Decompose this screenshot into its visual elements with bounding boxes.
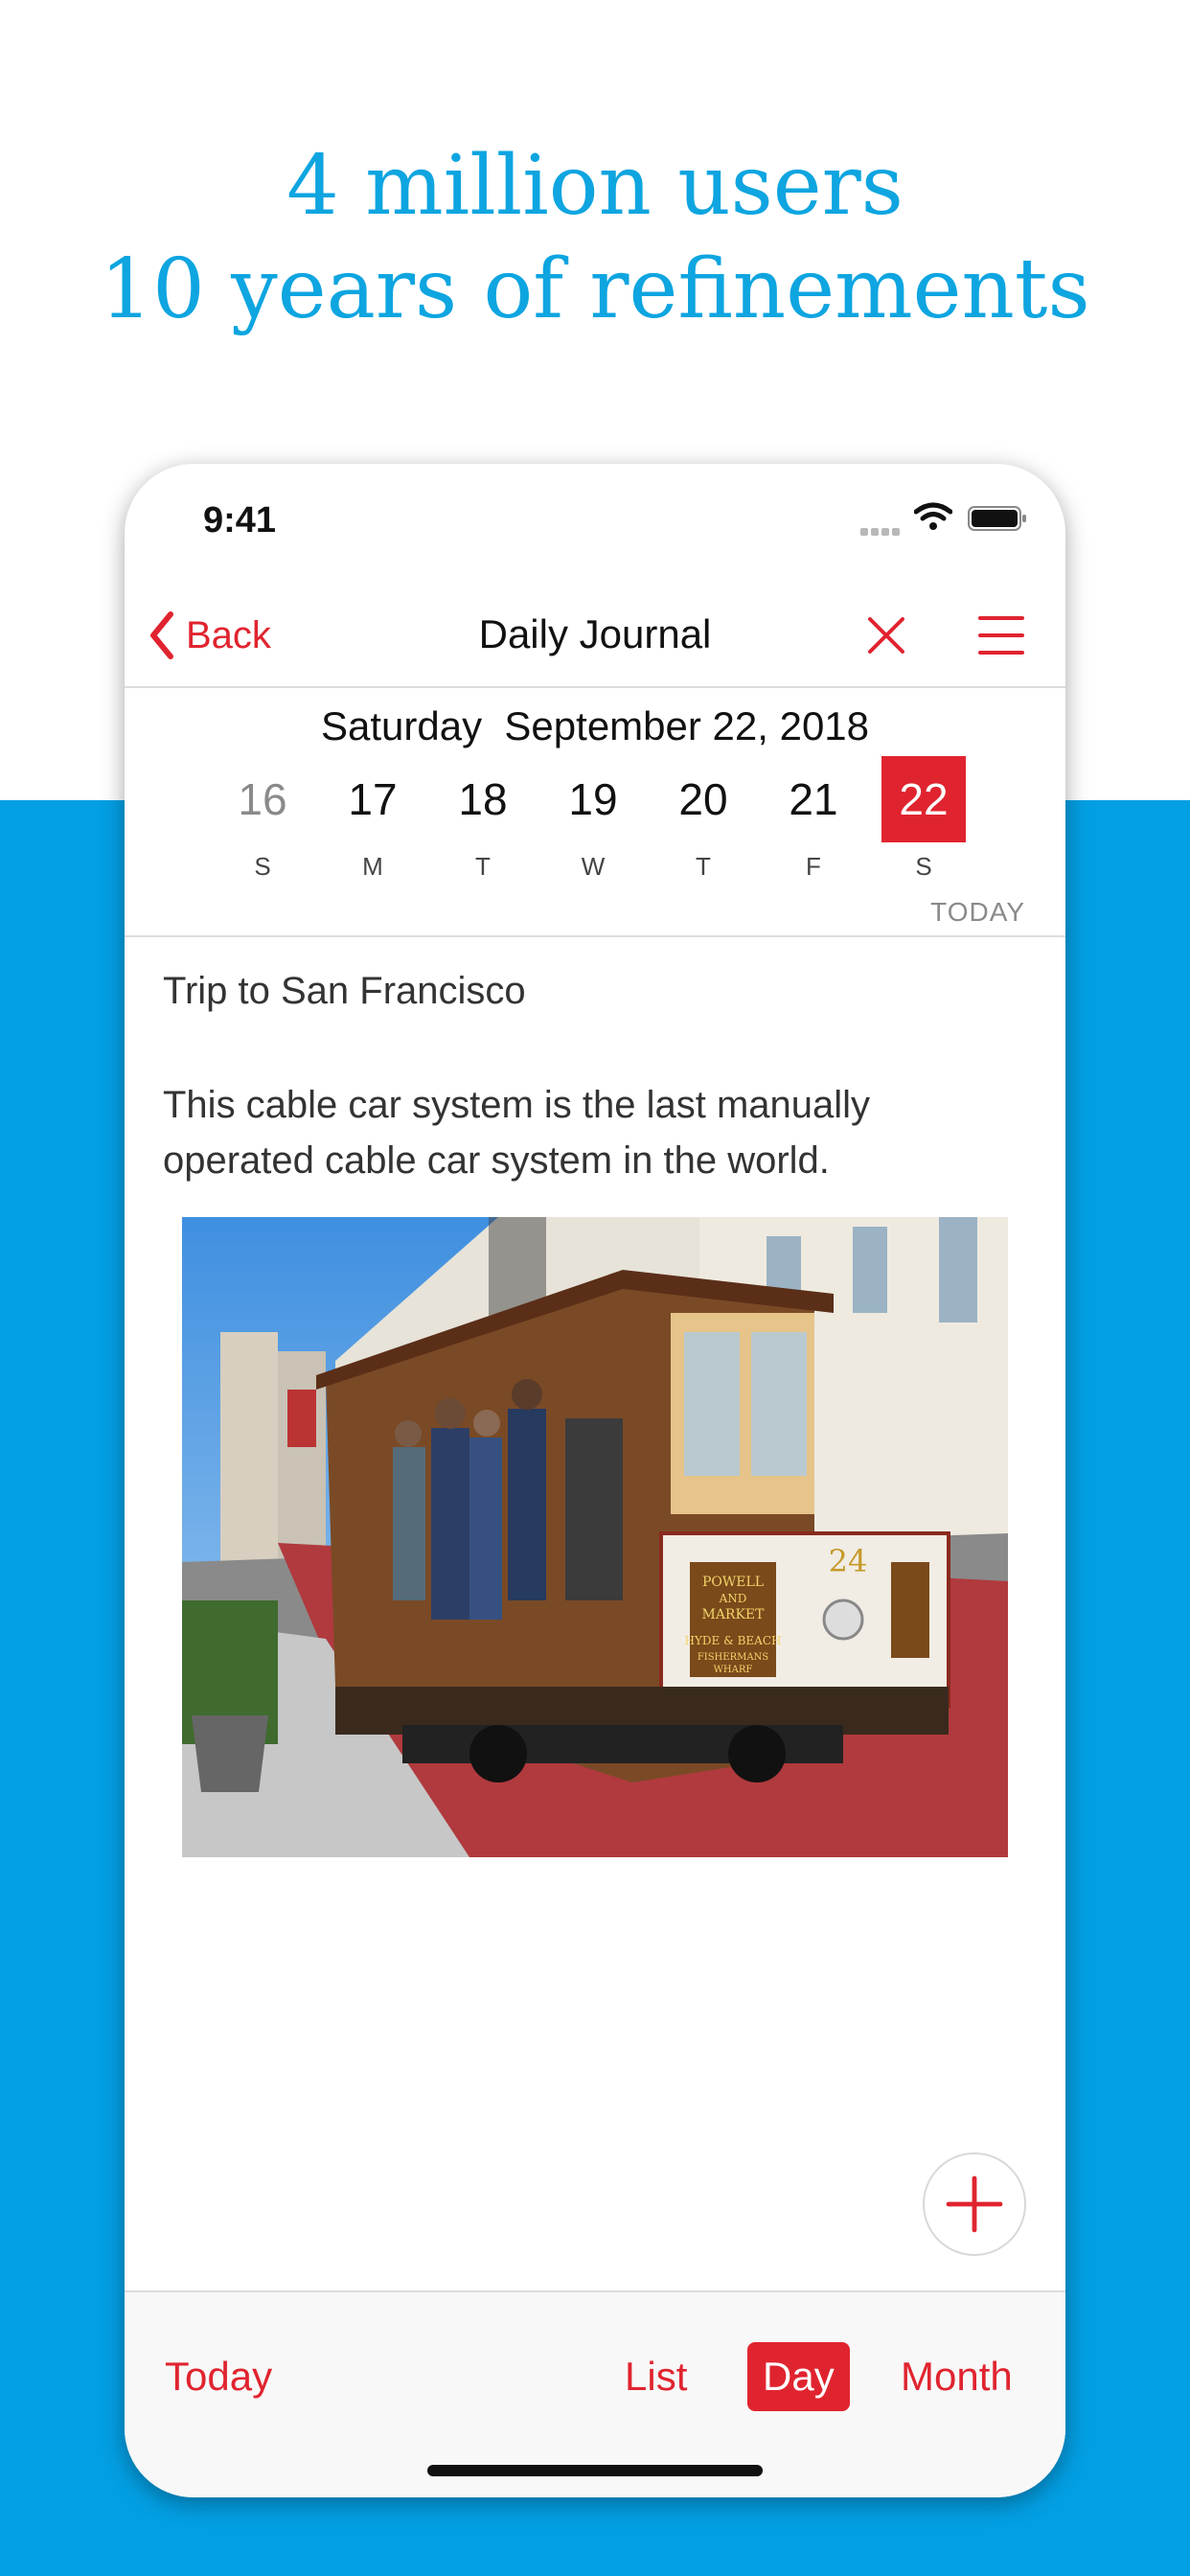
day-cell-19[interactable]: 19 W — [551, 756, 635, 882]
divider — [125, 935, 1065, 937]
day-cell-18[interactable]: 18 T — [441, 756, 525, 882]
signal-icon — [860, 523, 904, 536]
wifi-icon — [914, 502, 952, 530]
tab-today[interactable]: Today — [165, 2342, 272, 2411]
day-number: 20 — [678, 774, 728, 824]
date-header: Saturday September 22, 2018 — [125, 703, 1065, 749]
status-time: 9:41 — [203, 500, 277, 540]
battery-icon — [968, 506, 1026, 531]
day-number: 22 — [881, 756, 966, 842]
close-icon[interactable] — [864, 613, 908, 657]
day-cell-21[interactable]: 21 F — [771, 756, 856, 882]
home-indicator — [427, 2465, 763, 2476]
day-letter: T — [696, 852, 711, 881]
entry-title[interactable]: Trip to San Francisco — [163, 970, 526, 1013]
svg-text:FISHERMANS: FISHERMANS — [698, 1652, 769, 1663]
day-number: 19 — [568, 774, 618, 824]
day-cell-22-selected[interactable]: 22 S — [881, 756, 966, 882]
day-number: 18 — [458, 774, 508, 824]
marketing-headline: 4 million users 10 years of refinements — [0, 134, 1190, 341]
phone-frame: 9:41 Back Daily Journal Saturday Septemb… — [125, 464, 1065, 2497]
svg-text:HYDE & BEACH: HYDE & BEACH — [685, 1634, 782, 1647]
entry-body[interactable]: This cable car system is the last manual… — [163, 1077, 1025, 1188]
day-number: 17 — [348, 774, 398, 824]
add-entry-button[interactable] — [923, 2152, 1026, 2256]
day-cell-20[interactable]: 20 T — [661, 756, 745, 882]
svg-text:WHARF: WHARF — [714, 1665, 753, 1675]
day-letter: S — [254, 852, 271, 881]
day-cell-16[interactable]: 16 S — [220, 756, 305, 882]
status-bar: 9:41 — [125, 464, 1065, 560]
today-link[interactable]: TODAY — [930, 897, 1025, 928]
tab-month[interactable]: Month — [901, 2342, 1013, 2411]
navigation-bar: Back Daily Journal — [125, 583, 1065, 688]
svg-text:AND: AND — [719, 1592, 747, 1605]
day-number: 21 — [789, 774, 838, 824]
day-cell-17[interactable]: 17 M — [331, 756, 415, 882]
tab-list[interactable]: List — [625, 2342, 687, 2411]
page-title: Daily Journal — [478, 611, 712, 656]
day-letter: S — [915, 852, 932, 881]
headline-line-1: 4 million users — [286, 138, 904, 234]
week-strip: 16 S 17 M 18 T 19 W 20 T 21 F 22 S — [125, 756, 1065, 929]
date-full: September 22, 2018 — [504, 703, 870, 748]
svg-text:MARKET: MARKET — [701, 1607, 765, 1622]
cable-car-photo[interactable]: POWELL AND MARKET HYDE & BEACH FISHERMAN… — [182, 1217, 1008, 1857]
day-letter: M — [362, 852, 383, 881]
day-number: 16 — [238, 774, 287, 824]
date-weekday: Saturday — [320, 703, 483, 748]
svg-text:POWELL: POWELL — [702, 1575, 764, 1590]
day-letter: T — [475, 852, 491, 881]
svg-text:24: 24 — [829, 1543, 868, 1579]
menu-icon[interactable] — [977, 613, 1025, 657]
headline-line-2: 10 years of refinements — [100, 242, 1090, 337]
tab-day[interactable]: Day — [747, 2342, 850, 2411]
day-letter: F — [806, 852, 821, 881]
day-letter: W — [581, 852, 606, 881]
